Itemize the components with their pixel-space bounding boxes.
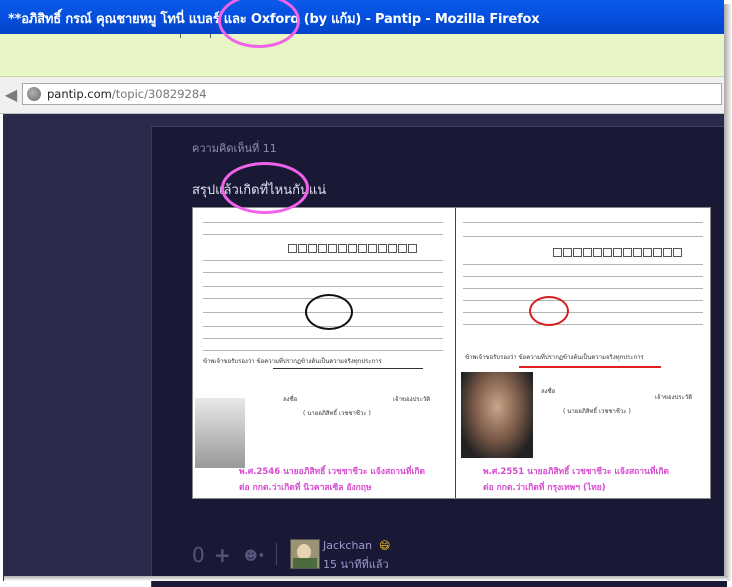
divider bbox=[276, 543, 277, 565]
highlight-ellipse bbox=[305, 294, 353, 330]
right-sign-role: เจ้าของประวัติ bbox=[655, 394, 693, 401]
right-caption-2: ต่อ กกต.ว่าเกิดที่ กรุงเทพฯ (ไทย) bbox=[483, 483, 606, 493]
left-doc-statement: ข้าพเจ้าขอรับรองว่า ข้อความที่ปรากฏข้างต… bbox=[203, 358, 382, 365]
window-shadow bbox=[724, 4, 732, 581]
window-shadow bbox=[4, 576, 728, 581]
right-sign-label: ลงชื่อ bbox=[541, 388, 556, 395]
window-titlebar: **อภิสิทธิ์ กรณ์ คุณชายหมู โทนี่ แบลร์ แ… bbox=[0, 0, 724, 34]
left-sign-role: เจ้าของประวัติ bbox=[393, 396, 431, 403]
divider bbox=[210, 34, 211, 38]
left-caption-2: ต่อ กกต.ว่าเกิดที่ นิวคาสเซิล อังกฤษ bbox=[239, 483, 372, 493]
url-path: /topic/30829284 bbox=[111, 87, 207, 101]
person-photo-left bbox=[195, 398, 245, 468]
left-caption-1: พ.ศ.2546 นายอภิสิทธิ์ เวชชาชีวะ แจ้งสถาน… bbox=[239, 467, 426, 477]
annotation-circle bbox=[221, 162, 309, 214]
back-arrow-icon[interactable]: ◀ bbox=[0, 85, 22, 105]
url-domain: pantip.com bbox=[47, 87, 112, 101]
vote-count: 0 bbox=[192, 543, 205, 567]
right-caption-1: พ.ศ.2551 นายอภิสิทธิ์ เวชชาชีวะ แจ้งสถาน… bbox=[483, 467, 670, 477]
red-underline bbox=[519, 366, 661, 368]
navigation-bar: ◀ pantip.com/topic/30829284 bbox=[0, 77, 724, 114]
right-signer-name: ( นายอภิสิทธิ์ เวชชาชีวะ ) bbox=[563, 408, 631, 415]
right-doc-statement: ข้าพเจ้าขอรับรองว่า ข้อความที่ปรากฏข้างต… bbox=[465, 354, 644, 361]
highlight-ellipse-red bbox=[529, 296, 569, 326]
author-name[interactable]: Jackchan bbox=[323, 539, 372, 552]
left-signer-name: ( นายอภิสิทธิ์ เวชชาชีวะ ) bbox=[303, 410, 371, 417]
globe-icon bbox=[27, 87, 41, 101]
left-sign-label: ลงชื่อ bbox=[283, 396, 298, 403]
toolbar-area bbox=[0, 34, 724, 77]
url-text: pantip.com/topic/30829284 bbox=[47, 87, 207, 101]
author-badge-icon: 😄 bbox=[379, 539, 391, 552]
comment-image[interactable]: ข้าพเจ้าขอรับรองว่า ข้อความที่ปรากฏข้างต… bbox=[192, 207, 711, 499]
divider bbox=[180, 34, 181, 38]
plus-vote-button[interactable]: + bbox=[214, 543, 231, 567]
id-number-boxes bbox=[553, 248, 682, 257]
image-divider bbox=[455, 208, 456, 498]
avatar[interactable] bbox=[290, 539, 320, 569]
time-ago: 15 นาทีที่แล้ว bbox=[323, 558, 389, 571]
url-field[interactable]: pantip.com/topic/30829284 bbox=[22, 83, 722, 105]
person-photo-right bbox=[461, 372, 533, 458]
id-number-boxes bbox=[288, 244, 417, 253]
comment-number: ความคิดเห็นที่ 11 bbox=[192, 142, 277, 155]
emotion-icon[interactable]: ☻• bbox=[244, 549, 265, 564]
page-content: ความคิดเห็นที่ 11 สรุปแล้วเกิดที่ไหนกันแ… bbox=[3, 114, 727, 587]
comment-footer: 0 + ☻• Jackchan 😄 15 นาทีที่แล้ว bbox=[192, 537, 592, 577]
browser-window: **อภิสิทธิ์ กรณ์ คุณชายหมู โทนี่ แบลร์ แ… bbox=[0, 0, 732, 587]
